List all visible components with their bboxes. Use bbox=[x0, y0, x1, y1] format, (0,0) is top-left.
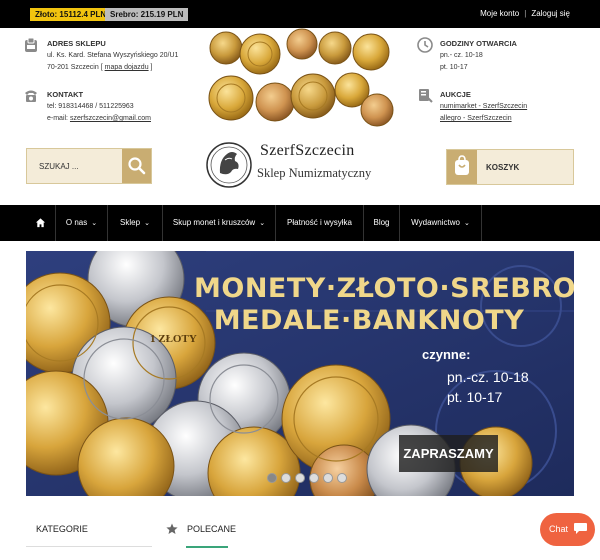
gavel-icon bbox=[419, 89, 433, 103]
top-bar: Złoto: 15112.4 PLN Srebro: 215.19 PLN Mo… bbox=[0, 0, 600, 28]
search-box bbox=[26, 148, 152, 184]
nav-buy-coins-label: Skup monet i kruszców bbox=[172, 218, 256, 227]
email-label: e-mail: bbox=[47, 115, 69, 122]
contact-phone-icon bbox=[25, 90, 37, 102]
chat-label: Chat bbox=[549, 524, 569, 534]
slider-dots bbox=[267, 473, 351, 485]
numimarket-link[interactable]: numimarket - SzerfSzczecin bbox=[440, 101, 527, 113]
slider-dot[interactable] bbox=[309, 473, 319, 483]
banner-headline-line1: MONETY·ZŁOTO·SREBRO bbox=[194, 273, 574, 304]
nav-about-label: O nas bbox=[65, 218, 88, 227]
chevron-down-icon: ⌄ bbox=[463, 220, 470, 227]
cart-icon-box bbox=[447, 150, 477, 184]
featured-title: POLECANE bbox=[187, 524, 237, 534]
banner-hours-1: pn.-cz. 10-18 bbox=[447, 369, 529, 385]
chevron-down-icon: ⌄ bbox=[91, 220, 98, 227]
contact-phone: tel: 918314468 / 511225963 bbox=[47, 103, 134, 110]
auctions-block: AUKCJE numimarket - SzerfSzczecin allegr… bbox=[440, 89, 527, 125]
login-link[interactable]: Zaloguj się bbox=[531, 9, 570, 18]
nav-shop-label: Sklep bbox=[120, 218, 141, 227]
nav-blog-label: Blog bbox=[373, 218, 390, 227]
store-phone-icon bbox=[25, 37, 37, 52]
slider-dot[interactable] bbox=[323, 473, 333, 483]
star-icon bbox=[166, 523, 178, 534]
contact-block: KONTAKT tel: 918314468 / 511225963 e-mai… bbox=[47, 89, 151, 125]
slider-dot[interactable] bbox=[267, 473, 277, 483]
banner-cta-button[interactable]: ZAPRASZAMY bbox=[399, 435, 498, 472]
account-links: Moje konto | Zaloguj się bbox=[480, 9, 570, 18]
nav-buy-coins[interactable]: Skup monet i kruszców ⌄ bbox=[163, 205, 276, 241]
map-link[interactable]: mapa dojazdu bbox=[105, 64, 149, 71]
logo-name: SzerfSzczecin bbox=[260, 142, 355, 159]
search-button[interactable] bbox=[122, 149, 151, 183]
address-block: ADRES SKLEPU ul. Ks. Kard. Stefana Wyszy… bbox=[47, 39, 179, 71]
slider-dot[interactable] bbox=[295, 473, 305, 483]
banner-open-label: czynne: bbox=[422, 347, 471, 362]
logo-subtitle: Sklep Numizmatyczny bbox=[257, 166, 372, 180]
categories-divider bbox=[26, 546, 152, 547]
separator: | bbox=[524, 9, 527, 18]
shopping-bag-icon bbox=[455, 155, 469, 175]
contact-title: KONTAKT bbox=[47, 90, 84, 99]
address-line1: ul. Ks. Kard. Stefana Wyszyńskiego 20/U1 bbox=[47, 52, 179, 59]
hours-block: GODZINY OTWARCIA pn.- cz. 10-18 pt. 10-1… bbox=[440, 38, 517, 74]
auctions-title: AUKCJE bbox=[440, 90, 471, 99]
gold-coins-image bbox=[208, 28, 394, 127]
hero-banner[interactable]: 1 ZŁOTY MONETY·ZŁOTO·SREBRO MEDALE·BANKN… bbox=[26, 251, 574, 496]
hours-title: GODZINY OTWARCIA bbox=[440, 39, 517, 48]
hours-line1: pn.- cz. 10-18 bbox=[440, 52, 483, 59]
nav-payment-shipping[interactable]: Płatność i wysyłka bbox=[276, 205, 364, 241]
chat-button[interactable]: Chat bbox=[540, 513, 595, 546]
categories-title: KATEGORIE bbox=[36, 524, 88, 534]
chat-bubble-icon bbox=[574, 523, 587, 534]
featured-underline bbox=[186, 546, 228, 548]
address-line2: 70-201 Szczecin bbox=[47, 64, 99, 71]
allegro-link[interactable]: allegro - SzerfSzczecin bbox=[440, 113, 527, 125]
nav-publishing-label: Wydawnictwo bbox=[411, 218, 460, 227]
banner-hours-2: pt. 10-17 bbox=[447, 389, 503, 405]
main-nav: O nas ⌄ Sklep ⌄ Skup monet i kruszców ⌄ Pła… bbox=[0, 205, 600, 241]
nav-blog[interactable]: Blog bbox=[364, 205, 400, 241]
email-link[interactable]: szerfszczecin@gmail.com bbox=[70, 115, 151, 122]
address-title: ADRES SKLEPU bbox=[47, 39, 106, 48]
griffin-emblem-icon bbox=[206, 142, 252, 188]
nav-publishing[interactable]: Wydawnictwo ⌄ bbox=[400, 205, 482, 241]
site-logo[interactable]: SzerfSzczecin Sklep Numizmatyczny bbox=[205, 136, 395, 194]
clock-icon bbox=[417, 37, 433, 53]
hours-line2: pt. 10-17 bbox=[440, 64, 468, 71]
cart-label: KOSZYK bbox=[486, 163, 520, 172]
nav-shop[interactable]: Sklep ⌄ bbox=[108, 205, 163, 241]
cart-button[interactable]: KOSZYK bbox=[446, 149, 574, 185]
my-account-link[interactable]: Moje konto bbox=[480, 9, 519, 18]
silver-price-badge: Srebro: 215.19 PLN bbox=[105, 8, 189, 21]
slider-dot[interactable] bbox=[281, 473, 291, 483]
banner-coin-text: 1 ZŁOTY bbox=[150, 333, 197, 345]
banner-headline: MONETY·ZŁOTO·SREBRO MEDALE·BANKNOTY bbox=[194, 273, 574, 337]
nav-about[interactable]: O nas ⌄ bbox=[56, 205, 108, 241]
chevron-down-icon: ⌄ bbox=[144, 220, 150, 227]
slider-dot[interactable] bbox=[337, 473, 347, 483]
home-icon bbox=[35, 218, 46, 228]
gold-price-badge: Złoto: 15112.4 PLN bbox=[30, 8, 112, 21]
nav-payment-label: Płatność i wysyłka bbox=[287, 218, 352, 227]
search-input[interactable] bbox=[27, 149, 123, 183]
search-icon bbox=[128, 157, 146, 175]
chevron-down-icon: ⌄ bbox=[259, 220, 266, 227]
nav-home[interactable] bbox=[26, 205, 56, 241]
banner-headline-line2: MEDALE·BANKNOTY bbox=[213, 305, 525, 336]
